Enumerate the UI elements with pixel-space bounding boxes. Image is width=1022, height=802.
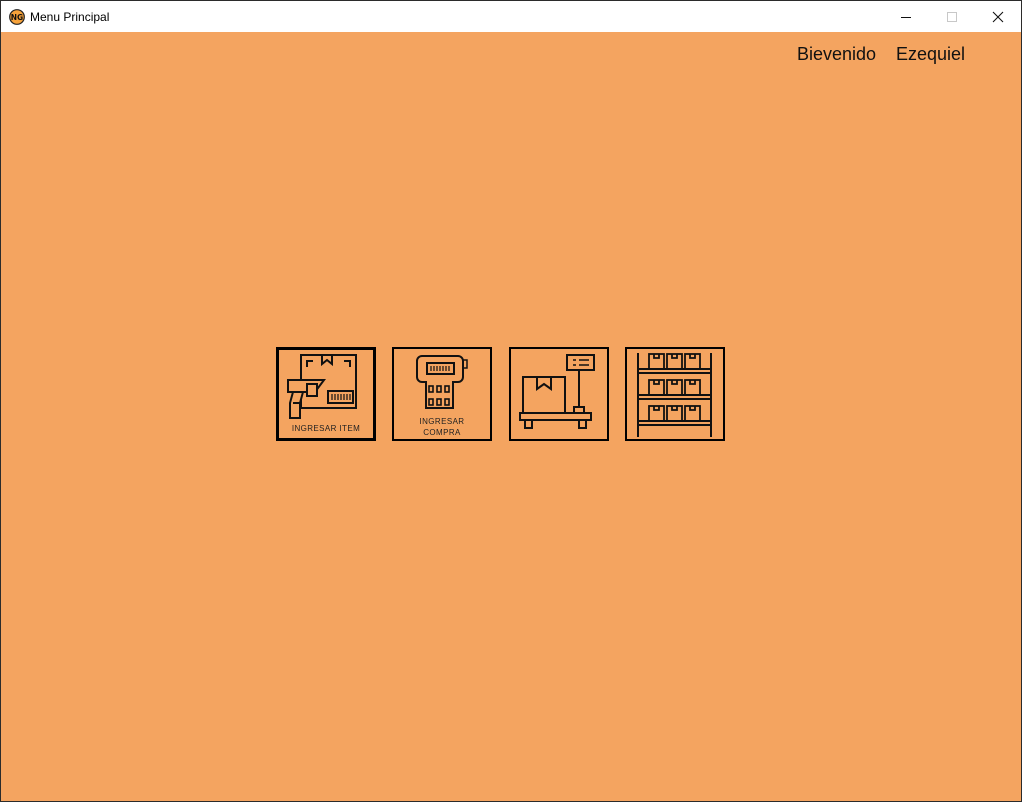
ingresar-compra-button[interactable]: INGRESAR COMPRA (392, 347, 492, 441)
warehouse-shelves-button[interactable] (625, 347, 725, 441)
svg-text:NG: NG (11, 13, 23, 22)
ingresar-item-button[interactable]: INGRESAR ITEM (276, 347, 376, 441)
window-title: Menu Principal (30, 10, 110, 24)
minimize-button[interactable] (883, 1, 929, 32)
maximize-button[interactable] (929, 1, 975, 32)
maximize-icon (947, 11, 957, 22)
tile-caption-line-1: INGRESAR (419, 417, 465, 426)
title-bar[interactable]: NG Menu Principal (1, 1, 1021, 32)
ng-logo-icon: NG (9, 9, 25, 25)
welcome-label: Bievenido (797, 44, 877, 64)
tile-caption-line-2: COMPRA (423, 428, 461, 437)
user-name: Ezequiel (896, 44, 966, 64)
package-scale-button[interactable] (509, 347, 609, 441)
package-scale-icon (519, 354, 595, 429)
minimize-icon (901, 16, 911, 18)
close-icon (992, 11, 1004, 22)
tile-caption: INGRESAR ITEM (291, 424, 361, 433)
main-window: NG Menu Principal Bievenido Ezequiel ING… (0, 0, 1022, 802)
warehouse-shelves-icon (637, 353, 712, 437)
close-button[interactable] (975, 1, 1021, 32)
